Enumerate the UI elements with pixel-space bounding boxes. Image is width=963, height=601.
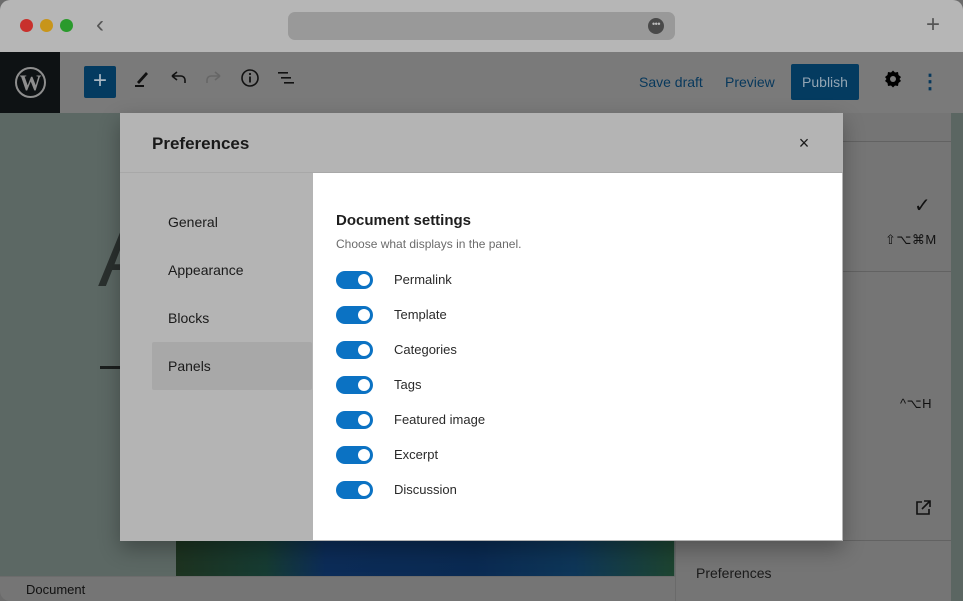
featured-image-toggle[interactable] <box>336 411 373 429</box>
toggle-label[interactable]: Permalink <box>394 272 452 287</box>
add-block-button[interactable]: + <box>84 66 116 98</box>
new-tab-plus-icon[interactable]: + <box>926 12 940 38</box>
toggle-label[interactable]: Excerpt <box>394 447 438 462</box>
section-title: Document settings <box>336 212 472 229</box>
toggle-knob <box>358 379 370 391</box>
toggle-knob <box>358 449 370 461</box>
tab-panels[interactable]: Panels <box>152 342 312 390</box>
modal-title: Preferences <box>152 134 250 153</box>
undo-icon[interactable] <box>164 68 192 96</box>
toggle-knob <box>358 344 370 356</box>
options-more-vertical-icon[interactable]: ⋮ <box>920 68 940 96</box>
toggle-knob <box>358 414 370 426</box>
keyboard-shortcut: ⇧⌥⌘M <box>885 232 937 247</box>
wordpress-logo-icon: W <box>15 67 46 98</box>
toggle-knob <box>358 309 370 321</box>
tab-blocks[interactable]: Blocks <box>152 294 312 342</box>
toggle-label[interactable]: Template <box>394 307 447 322</box>
save-draft-button[interactable]: Save draft <box>639 74 703 90</box>
checkmark-icon: ✓ <box>914 195 931 217</box>
tags-toggle[interactable] <box>336 376 373 394</box>
redo-icon[interactable] <box>200 68 228 96</box>
browser-titlebar: ‹ ••• + <box>0 0 963 52</box>
tab-appearance[interactable]: Appearance <box>152 246 312 294</box>
minimize-window-button[interactable] <box>40 19 53 32</box>
window-edge <box>951 113 963 601</box>
settings-gear-icon[interactable] <box>880 68 906 96</box>
pencil-tools-icon[interactable] <box>128 68 156 96</box>
toggle-label[interactable]: Categories <box>394 342 457 357</box>
external-link-icon[interactable] <box>914 499 932 522</box>
modal-header: Preferences × <box>120 113 843 173</box>
publish-button[interactable]: Publish <box>791 64 859 100</box>
back-chevron-icon[interactable]: ‹ <box>96 12 104 38</box>
categories-toggle[interactable] <box>336 341 373 359</box>
info-icon[interactable] <box>236 68 264 96</box>
section-description: Choose what displays in the panel. <box>336 237 522 251</box>
close-window-button[interactable] <box>20 19 33 32</box>
toggle-label[interactable]: Discussion <box>394 482 457 497</box>
list-view-icon[interactable] <box>272 68 300 96</box>
keyboard-shortcut: ^⌥H <box>900 396 932 411</box>
breadcrumb-document[interactable]: Document <box>26 582 85 597</box>
close-icon[interactable]: × <box>792 131 816 155</box>
excerpt-toggle[interactable] <box>336 446 373 464</box>
discussion-toggle[interactable] <box>336 481 373 499</box>
maximize-window-button[interactable] <box>60 19 73 32</box>
preferences-menu-item[interactable]: Preferences <box>696 565 771 581</box>
toggle-knob <box>358 484 370 496</box>
block-breadcrumb-bar: Document <box>0 576 675 601</box>
address-bar[interactable]: ••• <box>288 12 675 40</box>
toggle-knob <box>358 274 370 286</box>
ellipsis-icon[interactable]: ••• <box>648 18 664 34</box>
toggle-label[interactable]: Tags <box>394 377 421 392</box>
preview-button[interactable]: Preview <box>725 74 775 90</box>
template-toggle[interactable] <box>336 306 373 324</box>
wordpress-logo-button[interactable]: W <box>0 52 60 113</box>
permalink-toggle[interactable] <box>336 271 373 289</box>
toggle-label[interactable]: Featured image <box>394 412 485 427</box>
editor-toolbar: W + Save draft Preview Publish ⋮ <box>0 52 963 113</box>
panels-settings-content: Document settings Choose what displays i… <box>313 173 842 540</box>
tab-general[interactable]: General <box>152 198 312 246</box>
featured-image-block <box>176 540 674 576</box>
preferences-modal: Preferences × General Appearance Blocks … <box>120 113 843 541</box>
preferences-tabs: General Appearance Blocks Panels <box>152 198 312 390</box>
